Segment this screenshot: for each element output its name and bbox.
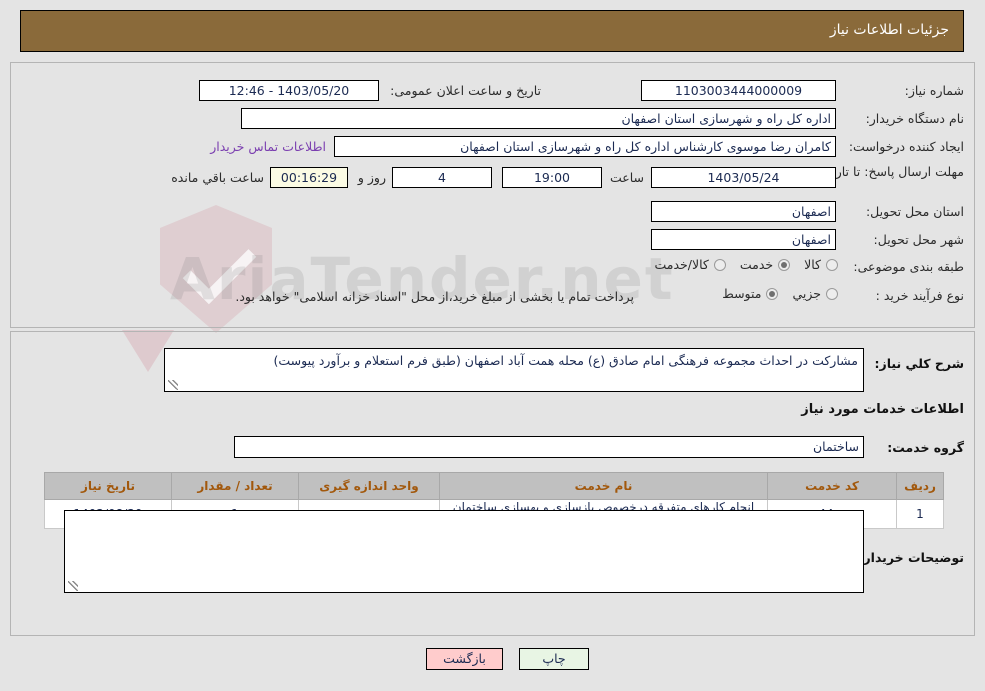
need-number-field[interactable]: 1103003444000009 xyxy=(641,80,836,101)
radio-process-0[interactable] xyxy=(826,287,838,300)
page-title-bar: جزئیات اطلاعات نیاز xyxy=(20,10,964,52)
payment-note: پرداخت تمام یا بخشی از مبلغ خرید،از محل … xyxy=(235,289,634,304)
announce-datetime-label: تاریخ و ساعت اعلان عمومی: xyxy=(390,83,541,98)
city-field[interactable]: اصفهان xyxy=(651,229,836,250)
service-details-panel: شرح کلي نیاز: مشارکت در احداث مجموعه فره… xyxy=(10,331,975,636)
service-group-label: گروه خدمت: xyxy=(887,440,964,455)
category-label: طبقه بندی موضوعی: xyxy=(853,259,964,274)
remaining-time-label: ساعت باقي مانده xyxy=(171,170,264,185)
radio-process-1[interactable] xyxy=(766,287,779,300)
radio-category-0[interactable] xyxy=(826,258,838,271)
need-summary-label: شرح کلي نیاز: xyxy=(874,356,964,371)
resize-grip-icon[interactable] xyxy=(168,380,178,390)
announce-datetime-field[interactable]: 1403/05/20 - 12:46 xyxy=(199,80,379,101)
back-button[interactable]: بازگشت xyxy=(426,648,503,670)
radio-category-2-label: کالا/خدمت xyxy=(654,257,709,272)
province-field[interactable]: اصفهان xyxy=(651,201,836,222)
process-type-label: نوع فرآیند خرید : xyxy=(875,288,964,303)
resize-grip-icon[interactable] xyxy=(68,581,78,591)
buyer-notes-label: توضیحات خریدار; xyxy=(858,550,964,565)
process-radio-group[interactable]: جزیي متوسط xyxy=(708,286,838,301)
radio-process-1-label: متوسط xyxy=(722,286,762,301)
buyer-org-field[interactable]: اداره کل راه و شهرسازی استان اصفهان xyxy=(241,108,836,129)
col-service-code: کد خدمت xyxy=(767,472,897,500)
need-info-panel: شماره نیاز: 1103003444000009 تاریخ و ساع… xyxy=(10,62,975,328)
need-summary-text: مشارکت در احداث مجموعه فرهنگی امام صادق … xyxy=(273,353,858,368)
hour-label: ساعت xyxy=(609,170,644,185)
buyer-org-label: نام دستگاه خریدار: xyxy=(865,111,964,126)
page-title: جزئیات اطلاعات نیاز xyxy=(829,22,949,38)
province-label: استان محل تحویل: xyxy=(865,204,964,219)
deadline-time-field[interactable]: 19:00 xyxy=(502,167,602,188)
col-need-date: تاریخ نیاز xyxy=(44,472,172,500)
need-number-label: شماره نیاز: xyxy=(904,83,964,98)
deadline-label: مهلت ارسال پاسخ: تا تاریخ: xyxy=(819,164,964,179)
col-service-name: نام خدمت xyxy=(439,472,768,500)
buyer-contact-link[interactable]: اطلاعات تماس خریدار xyxy=(210,139,326,154)
need-summary-textarea[interactable]: مشارکت در احداث مجموعه فرهنگی امام صادق … xyxy=(164,348,864,392)
countdown-field: 00:16:29 xyxy=(270,167,348,188)
radio-category-2[interactable] xyxy=(713,258,726,271)
print-button[interactable]: چاپ xyxy=(519,648,589,670)
service-group-field[interactable]: ساختمان xyxy=(234,436,864,458)
col-quantity: تعداد / مقدار xyxy=(171,472,299,500)
col-row-number: ردیف xyxy=(896,472,944,500)
remaining-days-field[interactable]: 4 xyxy=(392,167,492,188)
col-unit: واحد اندازه گیری xyxy=(298,472,440,500)
services-section-heading: اطلاعات خدمات مورد نیاز xyxy=(801,402,964,417)
radio-category-1-label: خدمت xyxy=(739,257,774,272)
radio-process-0-label: جزیي xyxy=(792,286,821,301)
requester-label: ایجاد کننده درخواست: xyxy=(848,139,964,154)
city-label: شهر محل تحویل: xyxy=(873,232,964,247)
radio-category-1[interactable] xyxy=(778,258,791,271)
requester-field[interactable]: کامران رضا موسوی کارشناس اداره کل راه و … xyxy=(334,136,836,157)
days-label: روز و xyxy=(357,170,386,185)
deadline-date-field[interactable]: 1403/05/24 xyxy=(651,167,836,188)
cell-row-number: 1 xyxy=(896,499,944,529)
table-header-row: ردیف کد خدمت نام خدمت واحد اندازه گیری ت… xyxy=(44,472,944,500)
buyer-notes-textarea[interactable] xyxy=(64,510,864,593)
radio-category-0-label: کالا xyxy=(804,257,821,272)
category-radio-group[interactable]: کالا خدمت کالا/خدمت xyxy=(640,257,838,272)
